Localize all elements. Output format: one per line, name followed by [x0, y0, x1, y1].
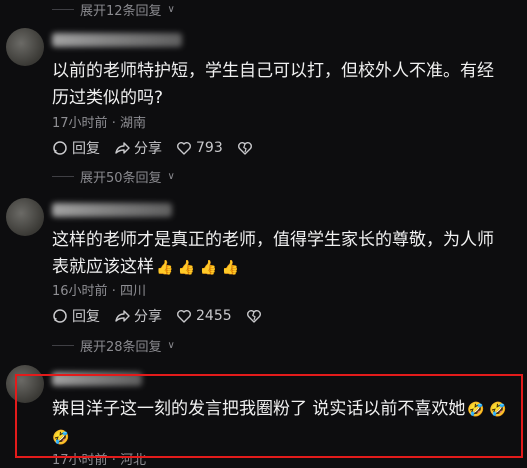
- chevron-down-icon: ∨: [167, 170, 175, 182]
- comment-actions: 回复 分享 2455: [52, 306, 262, 326]
- divider: [52, 175, 74, 177]
- expand-replies-label: 展开28条回复: [80, 339, 162, 355]
- comment-actions: 回复 分享 793: [52, 138, 253, 158]
- comment-time: 17小时前: [52, 116, 108, 131]
- divider: [52, 344, 74, 346]
- thumbs-up-emoji: 👍 👍 👍 👍: [156, 260, 240, 276]
- heart-icon: [177, 310, 191, 323]
- username[interactable]: [52, 33, 182, 47]
- comment-text: 这样的老师才是真正的老师，值得学生家长的尊敬，为人师表就应该这样 👍 👍 👍 👍: [52, 227, 507, 282]
- comment-bubble-icon: [53, 141, 67, 155]
- divider: [52, 8, 74, 10]
- expand-replies-link[interactable]: 展开50条回复 ∨: [52, 167, 175, 186]
- avatar[interactable]: [6, 198, 44, 236]
- reply-button[interactable]: 回复: [52, 138, 100, 158]
- highlight-box: [15, 374, 523, 458]
- username[interactable]: [52, 203, 172, 217]
- share-button[interactable]: 分享: [114, 138, 162, 158]
- broken-heart-icon: [237, 142, 252, 155]
- comment-location: 湖南: [119, 116, 146, 131]
- comment-meta: 16小时前 · 四川: [52, 280, 146, 299]
- heart-icon: [177, 142, 191, 155]
- share-button[interactable]: 分享: [114, 306, 162, 326]
- comment-text-body: 这样的老师才是真正的老师，值得学生家长的尊敬，为人师表就应该这样: [52, 230, 494, 277]
- avatar[interactable]: [6, 28, 44, 66]
- dislike-button[interactable]: [246, 308, 262, 324]
- dislike-button[interactable]: [237, 140, 253, 156]
- reply-label: 回复: [72, 309, 100, 325]
- like-button[interactable]: 793: [176, 140, 223, 156]
- meta-dot: ·: [111, 116, 120, 131]
- like-button[interactable]: 2455: [176, 308, 232, 324]
- chevron-down-icon: ∨: [167, 339, 175, 351]
- meta-dot: ·: [111, 284, 120, 299]
- reply-button[interactable]: 回复: [52, 306, 100, 326]
- broken-heart-icon: [246, 310, 261, 323]
- like-count: 2455: [196, 308, 232, 324]
- share-label: 分享: [134, 141, 162, 157]
- like-count: 793: [196, 140, 223, 156]
- share-arrow-icon: [115, 142, 130, 154]
- comment-text: 以前的老师特护短，学生自己可以打，但校外人不准。有经历过类似的吗?: [52, 61, 494, 108]
- chevron-down-icon: ∨: [167, 3, 175, 15]
- expand-replies-link[interactable]: 展开28条回复 ∨: [52, 336, 175, 355]
- expand-replies-label: 展开50条回复: [80, 170, 162, 186]
- reply-label: 回复: [72, 141, 100, 157]
- expand-replies-link[interactable]: 展开12条回复 ∨: [52, 0, 175, 19]
- comment-meta: 17小时前 · 湖南: [52, 112, 146, 131]
- share-arrow-icon: [115, 310, 130, 322]
- comment-location: 四川: [119, 284, 146, 299]
- share-label: 分享: [134, 309, 162, 325]
- comment-time: 16小时前: [52, 284, 108, 299]
- comment-bubble-icon: [53, 309, 67, 323]
- expand-replies-label: 展开12条回复: [80, 3, 162, 19]
